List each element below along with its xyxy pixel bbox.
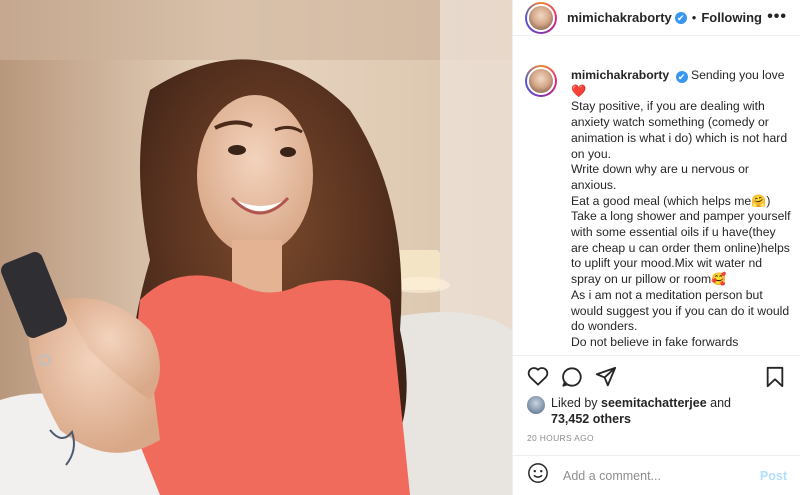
share-plane-icon[interactable] (595, 366, 617, 393)
post-timestamp[interactable]: 20 HOURS AGO (527, 433, 594, 443)
comment-bubble-icon[interactable] (561, 366, 583, 393)
header-username[interactable]: mimichakraborty (567, 10, 672, 25)
save-bookmark-icon[interactable] (765, 366, 785, 393)
post-photo[interactable] (0, 0, 512, 495)
likes-count[interactable]: 73,452 others (551, 412, 631, 426)
separator-dot: • (691, 10, 697, 25)
verified-badge-icon: ✔ (674, 11, 687, 24)
avatar[interactable] (525, 1, 557, 34)
caption-avatar[interactable] (525, 65, 557, 97)
liker-avatar[interactable] (527, 396, 545, 414)
comment-bar: Post (513, 455, 800, 495)
actions-section: Liked by seemitachatterjee and 73,452 oth… (513, 355, 800, 443)
caption-section: mimichakraborty ✔ Sending you love ❤️ St… (513, 57, 800, 353)
like-heart-icon[interactable] (527, 366, 549, 391)
likes-middle: and (706, 396, 731, 410)
post-comment-button[interactable]: Post (760, 469, 787, 483)
likes-summary: Liked by seemitachatterjee and 73,452 oth… (527, 395, 761, 427)
action-bar (513, 356, 800, 396)
comment-input[interactable] (563, 468, 753, 483)
caption-username[interactable]: mimichakraborty (571, 68, 669, 82)
caption-text: mimichakraborty ✔ Sending you love ❤️ St… (571, 68, 791, 351)
post-side-panel: mimichakraborty ✔ • Following ••• mimich… (512, 0, 800, 495)
likes-text: Liked by seemitachatterjee and 73,452 oth… (551, 395, 761, 427)
liker-username[interactable]: seemitachatterjee (601, 396, 707, 410)
photo-illustration (0, 0, 512, 495)
likes-prefix: Liked by (551, 396, 602, 410)
following-button[interactable]: Following (701, 10, 762, 25)
more-options-icon[interactable]: ••• (767, 8, 787, 26)
post-header: mimichakraborty ✔ • Following ••• (513, 0, 800, 36)
emoji-picker-icon[interactable] (527, 462, 549, 489)
caption-verified-badge-icon: ✔ (675, 71, 688, 83)
caption-body: Sending you love ❤️ Stay positive, if yo… (571, 68, 791, 349)
